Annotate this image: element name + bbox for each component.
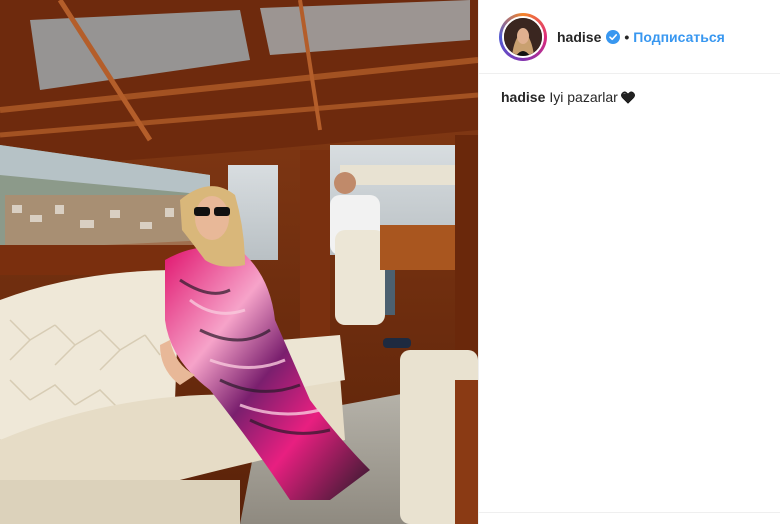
follow-button[interactable]: Подписаться — [633, 29, 725, 45]
post-photo[interactable] — [0, 0, 478, 524]
divider — [479, 512, 780, 513]
caption-text: Iyi pazarlar — [549, 89, 618, 105]
post-sidebar: hadise • Подписаться hadise Iyi pazarlar — [478, 0, 780, 524]
separator-dot: • — [624, 28, 630, 45]
post-caption: hadise Iyi pazarlar — [501, 88, 635, 106]
author-line: hadise • Подписаться — [557, 29, 725, 45]
black-heart-icon — [620, 91, 635, 104]
profile-photo-icon — [504, 17, 542, 56]
boat-interior-image — [0, 0, 478, 524]
post-header: hadise • Подписаться — [479, 0, 780, 74]
instagram-post: hadise • Подписаться hadise Iyi pazarlar — [0, 0, 780, 524]
caption-username[interactable]: hadise — [501, 88, 545, 106]
author-username[interactable]: hadise — [557, 29, 601, 45]
story-ring[interactable] — [499, 12, 547, 61]
verified-badge-icon — [606, 29, 621, 44]
avatar[interactable] — [502, 15, 544, 58]
